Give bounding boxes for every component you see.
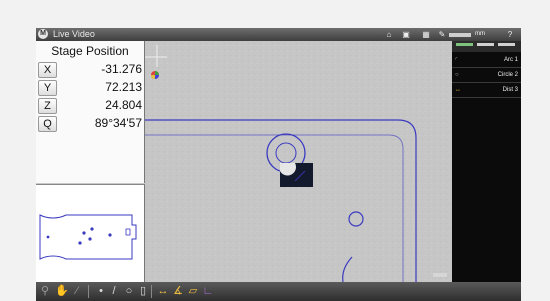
pen-settings-icon[interactable]: ✎: [437, 30, 447, 39]
axis-z-value: 24.804: [105, 98, 142, 112]
feature-label: Arc 1: [503, 57, 518, 63]
color-wheel-icon[interactable]: [151, 71, 159, 79]
toolbar-divider: [88, 285, 89, 298]
slot-icon[interactable]: ▯: [138, 282, 148, 301]
axis-q-button[interactable]: Q: [38, 116, 57, 132]
help-icon[interactable]: ?: [505, 30, 515, 39]
axis-row-z: Z 24.804: [38, 98, 142, 114]
axis-y-button[interactable]: Y: [38, 80, 57, 96]
line-icon[interactable]: /: [108, 282, 120, 301]
part-minimap[interactable]: [36, 184, 145, 283]
part-outline: [39, 214, 137, 260]
app-window: M Live Video ⌂ ▣ ▦ ✎ mm ? Stage Position…: [36, 28, 521, 301]
circle-icon[interactable]: ○: [123, 282, 135, 301]
title-bar: M Live Video ⌂ ▣ ▦ ✎ mm ?: [36, 28, 521, 41]
hand-icon[interactable]: ✋: [55, 282, 69, 301]
axis-row-y: Y 72.213: [38, 80, 142, 96]
toolbar-divider: [151, 285, 152, 298]
feature-row-circle[interactable]: ○ Circle 2: [452, 68, 521, 83]
axis-x-value: -31.276: [101, 62, 142, 76]
home-icon[interactable]: ⌂: [383, 30, 395, 39]
distance-icon[interactable]: ↔: [157, 282, 169, 301]
window-title: Live Video: [53, 29, 95, 39]
measure-toolbar: ⚲ ✋ ⁄ • / ○ ▯ ↔ ∡ ▱ ∟: [36, 282, 521, 301]
grid-icon[interactable]: ▦: [419, 30, 433, 39]
feature-row-distance[interactable]: ↔ Dist 3: [452, 83, 521, 98]
magnify-icon[interactable]: ⚲: [39, 282, 51, 301]
point-icon[interactable]: •: [96, 282, 106, 301]
axis-z-button[interactable]: Z: [38, 98, 57, 114]
camera-icon[interactable]: ▣: [400, 30, 412, 39]
scale-bar: [433, 273, 447, 277]
feature-tabs[interactable]: [452, 41, 521, 52]
tab-settings[interactable]: [498, 43, 515, 46]
feature-label: Dist 3: [502, 87, 518, 93]
circle-icon: ○: [455, 72, 459, 78]
stage-title: Stage Position: [51, 44, 129, 58]
live-video-view[interactable]: [145, 41, 452, 283]
feature-label: Circle 2: [497, 72, 518, 78]
video-overlay: [145, 41, 452, 283]
tab-results[interactable]: [477, 43, 494, 46]
angle-icon[interactable]: ∡: [172, 282, 184, 301]
stage-position-panel: Stage Position X -31.276 Y 72.213 Z 24.8…: [36, 41, 145, 183]
tab-features[interactable]: [456, 43, 473, 46]
axis-row-q: Q 89°34'57: [38, 116, 142, 132]
pen-icon[interactable]: ⁄: [71, 282, 83, 301]
feature-list-panel: ◜ Arc 1 ○ Circle 2 ↔ Dist 3: [452, 41, 521, 282]
parallelogram-icon[interactable]: ▱: [187, 282, 199, 301]
arc-icon: ◜: [455, 57, 458, 63]
feature-row-arc[interactable]: ◜ Arc 1: [452, 53, 521, 68]
zoom-slider[interactable]: [449, 33, 471, 37]
units-label[interactable]: mm: [473, 30, 487, 39]
axis-q-value: 89°34'57: [94, 116, 142, 130]
perpendicular-icon[interactable]: ∟: [202, 282, 214, 301]
axis-row-x: X -31.276: [38, 62, 142, 78]
axis-y-value: 72.213: [105, 80, 142, 94]
axis-x-button[interactable]: X: [38, 62, 57, 78]
distance-icon: ↔: [455, 87, 461, 93]
app-logo[interactable]: M: [38, 29, 48, 39]
